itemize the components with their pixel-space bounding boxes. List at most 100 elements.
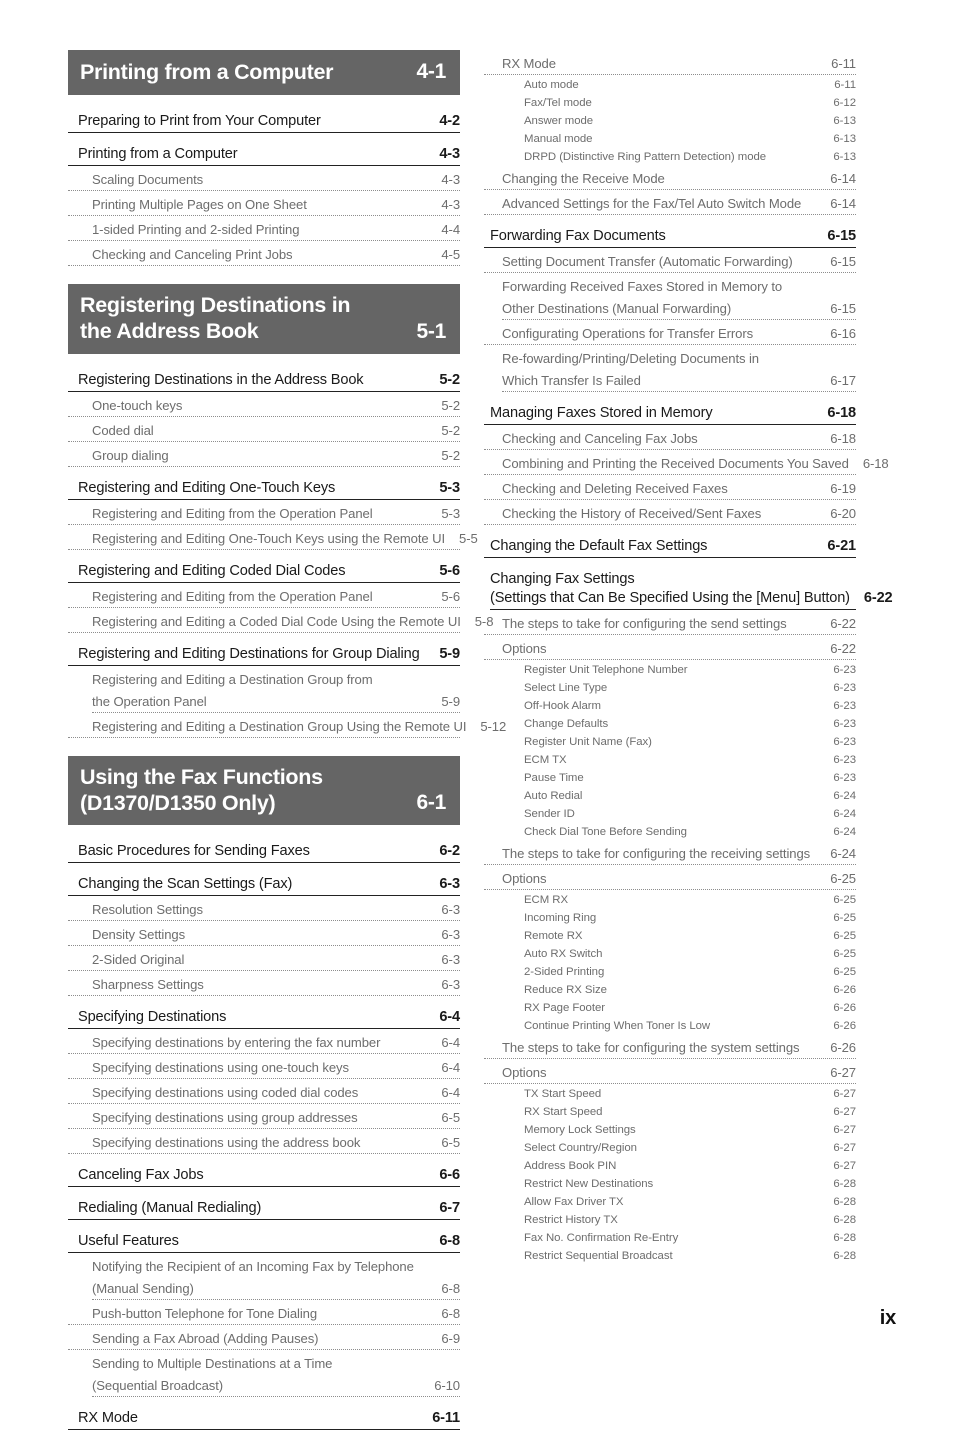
toc-entry-level-3[interactable]: Registering and Editing from the Operati… <box>68 504 460 525</box>
toc-entry-level-3[interactable]: The steps to take for configuring the re… <box>484 844 856 865</box>
toc-entry-level-3[interactable]: Checking the History of Received/Sent Fa… <box>484 504 856 525</box>
toc-entry-level-4[interactable]: Auto Redial 6-24 <box>484 788 856 804</box>
toc-entry-level-4[interactable]: Select Line Type 6-23 <box>484 680 856 696</box>
toc-entry-level-3-wrapped[interactable]: Re-fowarding/Printing/Deleting Documents… <box>484 349 856 392</box>
toc-entry-page: 6-25 <box>833 894 856 906</box>
toc-entry-level-3[interactable]: Specifying destinations using coded dial… <box>68 1083 460 1105</box>
toc-entry-level-4[interactable]: Sender ID 6-24 <box>484 806 856 822</box>
chapter-header[interactable]: Printing from a Computer 4-1 <box>68 50 460 96</box>
toc-entry-level-3[interactable]: Options 6-22 <box>484 639 856 660</box>
toc-entry-level-4[interactable]: Allow Fax Driver TX 6-28 <box>484 1194 856 1210</box>
toc-entry-level-3[interactable]: The steps to take for configuring the se… <box>484 614 856 635</box>
toc-entry-level-3[interactable]: Coded dial 5-2 <box>68 421 460 442</box>
toc-entry-level-4[interactable]: RX Page Footer 6-26 <box>484 1000 856 1016</box>
toc-entry-level-2[interactable]: Managing Faxes Stored in Memory 6-18 <box>484 403 856 425</box>
toc-entry-level-4[interactable]: Fax/Tel mode 6-12 <box>484 95 856 111</box>
toc-entry-level-2[interactable]: RX Mode 6-11 <box>68 1408 460 1431</box>
toc-entry-level-3[interactable]: Resolution Settings 6-3 <box>68 900 460 922</box>
toc-entry-level-4[interactable]: Restrict New Destinations 6-28 <box>484 1176 856 1192</box>
toc-entry-level-4[interactable]: Reduce RX Size 6-26 <box>484 982 856 998</box>
toc-entry-level-3[interactable]: Changing the Receive Mode 6-14 <box>484 169 856 190</box>
toc-entry-level-2[interactable]: Registering and Editing One-Touch Keys 5-… <box>68 478 460 500</box>
toc-entry-level-3[interactable]: Push-button Telephone for Tone Dialing 6-… <box>68 1304 460 1326</box>
toc-entry-level-3[interactable]: Density Settings 6-3 <box>68 925 460 947</box>
toc-entry-level-2[interactable]: Basic Procedures for Sending Faxes 6-2 <box>68 841 460 864</box>
toc-entry-level-4[interactable]: Address Book PIN 6-27 <box>484 1158 856 1174</box>
toc-entry-level-3[interactable]: Sharpness Settings 6-3 <box>68 975 460 997</box>
toc-entry-level-3[interactable]: Checking and Canceling Print Jobs 4-5 <box>68 245 460 267</box>
toc-entry-level-2[interactable]: Printing from a Computer 4-3 <box>68 144 460 167</box>
toc-entry-level-4[interactable]: Memory Lock Settings 6-27 <box>484 1122 856 1138</box>
toc-entry-level-4[interactable]: Fax No. Confirmation Re-Entry 6-28 <box>484 1230 856 1246</box>
toc-entry-level-3[interactable]: Group dialing 5-2 <box>68 446 460 467</box>
toc-entry-level-4[interactable]: Off-Hook Alarm 6-23 <box>484 698 856 714</box>
toc-entry-level-3[interactable]: Specifying destinations using one-touch … <box>68 1058 460 1080</box>
toc-entry-level-3[interactable]: 1-sided Printing and 2-sided Printing 4-4 <box>68 220 460 242</box>
toc-entry-level-4[interactable]: Incoming Ring 6-25 <box>484 910 856 926</box>
toc-entry-level-3[interactable]: Options 6-27 <box>484 1063 856 1084</box>
toc-entry-level-4[interactable]: Change Defaults 6-23 <box>484 716 856 732</box>
toc-entry-level-3[interactable]: RX Mode 6-11 <box>484 54 856 75</box>
toc-entry-level-4[interactable]: Auto mode 6-11 <box>484 77 856 93</box>
toc-entry-level-3[interactable]: Registering and Editing from the Operati… <box>68 587 460 608</box>
toc-entry-level-2[interactable]: Canceling Fax Jobs 6-6 <box>68 1165 460 1188</box>
toc-entry-level-3[interactable]: The steps to take for configuring the sy… <box>484 1038 856 1059</box>
toc-entry-level-3[interactable]: Scaling Documents 4-3 <box>68 170 460 192</box>
toc-entry-level-3[interactable]: Registering and Editing One-Touch Keys u… <box>68 529 478 550</box>
toc-entry-level-3[interactable]: Sending a Fax Abroad (Adding Pauses) 6-9 <box>68 1329 460 1351</box>
toc-entry-level-2[interactable]: Registering and Editing Coded Dial Codes… <box>68 561 460 583</box>
toc-entry-level-3-wrapped[interactable]: Notifying the Recipient of an Incoming F… <box>68 1257 460 1301</box>
toc-entry-level-4[interactable]: Manual mode 6-13 <box>484 131 856 147</box>
toc-entry-level-4[interactable]: RX Start Speed 6-27 <box>484 1104 856 1120</box>
toc-entry-level-2[interactable]: Changing the Default Fax Settings 6-21 <box>484 536 856 558</box>
toc-entry-level-2[interactable]: Registering Destinations in the Address … <box>68 370 460 392</box>
toc-entry-level-3[interactable]: Specifying destinations using group addr… <box>68 1108 460 1130</box>
toc-entry-level-3[interactable]: Options 6-25 <box>484 869 856 890</box>
toc-entry-level-2[interactable]: Forwarding Fax Documents 6-15 <box>484 226 856 248</box>
toc-entry-level-3[interactable]: Specifying destinations by entering the … <box>68 1033 460 1055</box>
toc-entry-level-4[interactable]: Pause Time 6-23 <box>484 770 856 786</box>
toc-entry-level-2[interactable]: Useful Features 6-8 <box>68 1231 460 1254</box>
toc-entry-level-4[interactable]: Select Country/Region 6-27 <box>484 1140 856 1156</box>
toc-entry-level-2[interactable]: Redialing (Manual Redialing) 6-7 <box>68 1198 460 1221</box>
toc-entry-level-4[interactable]: Remote RX 6-25 <box>484 928 856 944</box>
toc-entry-level-3-wrapped[interactable]: Registering and Editing a Destination Gr… <box>68 670 460 713</box>
toc-entry-level-4[interactable]: DRPD (Distinctive Ring Pattern Detection… <box>484 149 856 165</box>
toc-entry-level-3[interactable]: Configurating Operations for Transfer Er… <box>484 324 856 345</box>
toc-entry-level-3[interactable]: Setting Document Transfer (Automatic For… <box>484 252 856 273</box>
toc-entry-level-4[interactable]: Register Unit Name (Fax) 6-23 <box>484 734 856 750</box>
toc-entry-level-2[interactable]: Registering and Editing Destinations for… <box>68 644 460 666</box>
chapter-header[interactable]: Using the Fax Functions (D1370/D1350 Onl… <box>68 755 460 826</box>
toc-entry-level-3[interactable]: Checking and Canceling Fax Jobs 6-18 <box>484 429 856 450</box>
toc-entry-level-3-wrapped[interactable]: Sending to Multiple Destinations at a Ti… <box>68 1354 460 1398</box>
toc-entry-level-4[interactable]: Check Dial Tone Before Sending 6-24 <box>484 824 856 840</box>
toc-entry-level-3[interactable]: Specifying destinations using the addres… <box>68 1133 460 1155</box>
toc-entry-label: Basic Procedures for Sending Faxes <box>78 843 310 860</box>
chapter-header[interactable]: Registering Destinations in the Address … <box>68 284 460 354</box>
toc-entry-level-2[interactable]: Specifying Destinations 6-4 <box>68 1007 460 1030</box>
toc-entry-label: Changing the Default Fax Settings <box>490 538 708 554</box>
toc-entry-level-2[interactable]: Preparing to Print from Your Computer 4-2 <box>68 111 460 134</box>
toc-entry-level-4[interactable]: Register Unit Telephone Number 6-23 <box>484 662 856 678</box>
toc-entry-level-3[interactable]: 2-Sided Original 6-3 <box>68 950 460 972</box>
toc-entry-level-3[interactable]: Combining and Printing the Received Docu… <box>484 454 889 475</box>
toc-entry-level-3[interactable]: Printing Multiple Pages on One Sheet 4-3 <box>68 195 460 217</box>
toc-entry-level-2[interactable]: Changing the Scan Settings (Fax) 6-3 <box>68 874 460 897</box>
toc-entry-level-3[interactable]: Checking and Deleting Received Faxes 6-19 <box>484 479 856 500</box>
toc-entry-level-3[interactable]: Advanced Settings for the Fax/Tel Auto S… <box>484 194 856 215</box>
toc-entry-level-3[interactable]: Registering and Editing a Coded Dial Cod… <box>68 612 493 633</box>
toc-entry-level-4[interactable]: ECM TX 6-23 <box>484 752 856 768</box>
toc-entry-level-3[interactable]: One-touch keys 5-2 <box>68 396 460 417</box>
toc-entry-level-4[interactable]: Restrict Sequential Broadcast 6-28 <box>484 1248 856 1264</box>
toc-entry-level-4[interactable]: Auto RX Switch 6-25 <box>484 946 856 962</box>
toc-entry-level-4[interactable]: Answer mode 6-13 <box>484 113 856 129</box>
toc-entry-level-4[interactable]: Restrict History TX 6-28 <box>484 1212 856 1228</box>
toc-entry-level-2-wrapped[interactable]: Changing Fax Settings (Settings that Can … <box>484 569 893 610</box>
toc-entry-page: 4-3 <box>439 146 460 163</box>
toc-entry-level-3-wrapped[interactable]: Forwarding Received Faxes Stored in Memo… <box>484 277 856 320</box>
toc-entry-level-4[interactable]: Continue Printing When Toner Is Low 6-26 <box>484 1018 856 1034</box>
toc-entry-level-4[interactable]: TX Start Speed 6-27 <box>484 1086 856 1102</box>
toc-entry-level-4[interactable]: ECM RX 6-25 <box>484 892 856 908</box>
toc-entry-level-4[interactable]: 2-Sided Printing 6-25 <box>484 964 856 980</box>
toc-entry-level-3[interactable]: Registering and Editing a Destination Gr… <box>68 717 506 738</box>
